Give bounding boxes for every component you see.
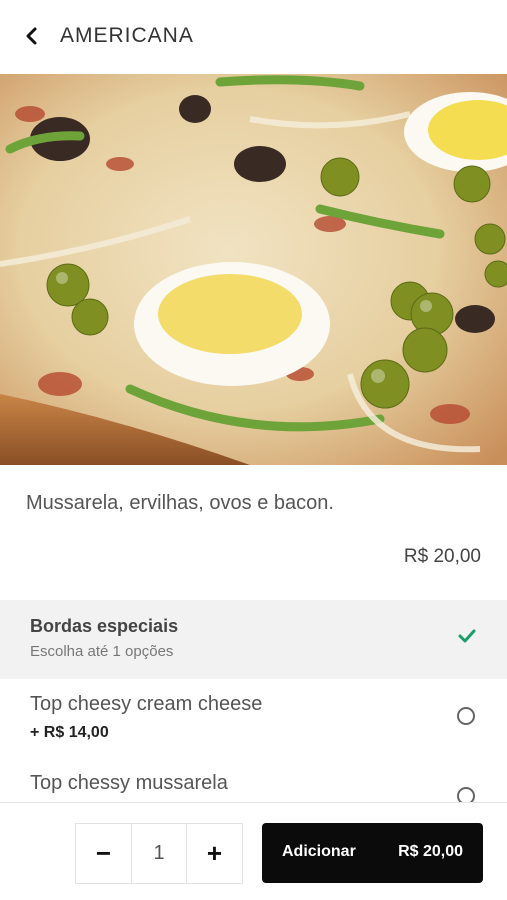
chevron-left-icon bbox=[26, 27, 37, 45]
option-radio[interactable] bbox=[457, 707, 475, 725]
product-price: R$ 20,00 bbox=[403, 546, 481, 567]
option-group-subtitle: Escolha até 1 opções bbox=[30, 643, 174, 660]
product-image bbox=[0, 74, 507, 465]
option-name: Top chessy mussarela bbox=[30, 772, 228, 794]
quantity-stepper: − 1 + bbox=[75, 823, 243, 884]
check-icon bbox=[458, 629, 476, 643]
page-title: AMERICANA bbox=[60, 24, 194, 47]
add-button-price: R$ 20,00 bbox=[398, 843, 463, 860]
product-description: Mussarela, ervilhas, ovos e bacon. bbox=[26, 492, 334, 514]
footer-bar: − 1 + Adicionar R$ 20,00 bbox=[0, 802, 507, 900]
add-button-label: Adicionar bbox=[282, 843, 356, 860]
decrement-button[interactable]: − bbox=[76, 824, 131, 883]
add-to-cart-button[interactable]: Adicionar R$ 20,00 bbox=[262, 823, 483, 883]
quantity-value: 1 bbox=[131, 824, 187, 883]
back-button[interactable] bbox=[18, 22, 46, 50]
option-item[interactable]: Top cheesy cream cheese + R$ 14,00 bbox=[0, 679, 507, 759]
app-header: AMERICANA bbox=[0, 0, 507, 74]
option-name: Top cheesy cream cheese bbox=[30, 693, 263, 715]
option-group-header: Bordas especiais Escolha até 1 opções bbox=[0, 600, 507, 679]
option-price: + R$ 14,00 bbox=[30, 724, 109, 741]
option-group-title: Bordas especiais bbox=[30, 616, 179, 636]
pizza-photo bbox=[0, 74, 507, 465]
increment-button[interactable]: + bbox=[187, 824, 242, 883]
